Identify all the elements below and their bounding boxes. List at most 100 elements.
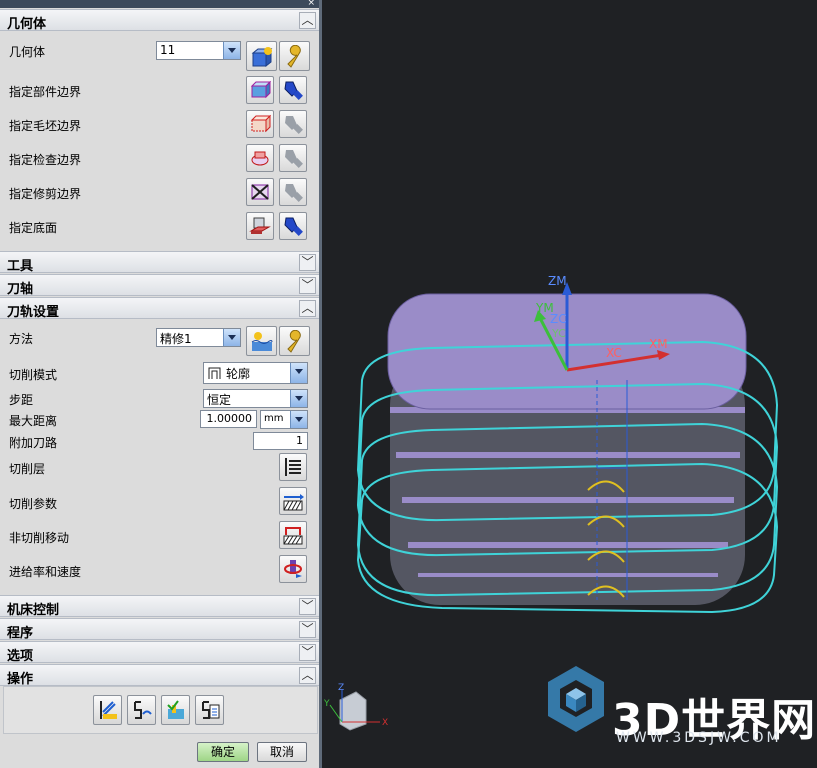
geometry-body: 几何体 11 指定部件边界 指定毛坯边界 指定检查边界 指定修剪边界 指定底面 <box>0 31 319 251</box>
non-cutting-label: 非切削移动 <box>9 531 70 545</box>
section-machine-control[interactable]: 机床控制 ﹀ <box>0 595 319 618</box>
feeds-speeds-icon <box>284 560 302 578</box>
section-geometry[interactable]: 几何体 ︿ <box>0 9 319 32</box>
check-boundary-label: 指定检查边界 <box>9 153 82 167</box>
max-distance-unit-select[interactable]: mm <box>260 410 308 429</box>
ok-button[interactable]: 确定 <box>197 742 249 762</box>
section-options[interactable]: 选项 ﹀ <box>0 641 319 664</box>
path-settings-body: 方法 精修1 切削模式 轮廓 步距 恒定 最大距离 1.00000 mm 附加刀… <box>0 319 319 595</box>
specify-trim-boundary-button[interactable] <box>246 178 274 206</box>
non-cutting-moves-icon <box>283 527 303 545</box>
profile-pattern-icon <box>208 367 221 379</box>
additional-passes-label: 附加刀路 <box>9 436 58 450</box>
geometry-select[interactable]: 11 <box>156 41 241 60</box>
display-part-boundary-button[interactable] <box>279 76 307 104</box>
edit-geometry-button[interactable] <box>279 41 310 71</box>
max-distance-label: 最大距离 <box>9 414 58 428</box>
specify-part-boundary-button[interactable] <box>246 76 274 104</box>
non-cutting-moves-button[interactable] <box>279 521 307 549</box>
blank-boundary-label: 指定毛坯边界 <box>9 119 82 133</box>
expand-options-chevron-down-icon[interactable]: ﹀ <box>299 644 316 661</box>
triad-label-x: X <box>382 718 388 728</box>
section-geometry-label: 几何体 <box>7 17 47 32</box>
section-operations-label: 操作 <box>7 672 34 687</box>
generate-button[interactable] <box>93 695 122 725</box>
floor-label: 指定底面 <box>9 221 58 235</box>
replay-toolpath-icon <box>134 701 152 719</box>
edit-method-button[interactable] <box>279 326 310 356</box>
verify-toolpath-icon <box>167 700 184 719</box>
additional-passes-input[interactable]: 1 <box>253 432 308 450</box>
expand-program-chevron-down-icon[interactable]: ﹀ <box>299 621 316 638</box>
section-operations[interactable]: 操作 ︿ <box>0 664 319 687</box>
triad-cube <box>339 691 367 731</box>
collapse-path-settings-chevron-up-icon[interactable]: ︿ <box>299 300 316 317</box>
view-triad: X Z Y <box>323 683 388 731</box>
display-check-boundary-button[interactable] <box>279 144 307 172</box>
axis-label-zm: ZM <box>548 274 567 288</box>
triad-label-z: Z <box>338 683 344 693</box>
section-program[interactable]: 程序 ﹀ <box>0 618 319 641</box>
section-tool-axis[interactable]: 刀轴 ﹀ <box>0 274 319 297</box>
wrench-icon <box>287 330 301 353</box>
expand-machine-control-chevron-down-icon[interactable]: ﹀ <box>299 598 316 615</box>
display-blank-boundary-button[interactable] <box>279 110 307 138</box>
floor-plane-icon <box>249 217 271 234</box>
collapse-geometry-chevron-up-icon[interactable]: ︿ <box>299 12 316 29</box>
geometry-label: 几何体 <box>9 45 46 59</box>
expand-tool-chevron-down-icon[interactable]: ﹀ <box>299 254 316 271</box>
specify-check-boundary-button[interactable] <box>246 144 274 172</box>
feeds-speeds-button[interactable] <box>279 555 307 583</box>
new-geometry-button[interactable] <box>246 41 277 71</box>
stepover-label: 步距 <box>9 393 34 407</box>
dropdown-arrow-icon[interactable] <box>290 411 307 428</box>
feeds-speeds-label: 进给率和速度 <box>9 565 82 579</box>
list-button[interactable] <box>195 695 224 725</box>
specify-floor-button[interactable] <box>246 212 274 240</box>
stepover-select[interactable]: 恒定 <box>203 389 308 408</box>
cut-levels-label: 切削层 <box>9 462 46 476</box>
cut-levels-button[interactable] <box>279 453 307 481</box>
operation-dialog: × 几何体 ︿ 几何体 11 指定部件边界 指定毛坯边界 指定检查边界 指定修剪… <box>0 0 322 768</box>
trim-boundary-label: 指定修剪边界 <box>9 187 82 201</box>
generate-toolpath-icon <box>100 701 117 719</box>
verify-button[interactable] <box>161 695 190 725</box>
cut-pattern-select[interactable]: 轮廓 <box>203 362 308 384</box>
cancel-button[interactable]: 取消 <box>257 742 307 762</box>
graphics-viewport[interactable]: ZM YM ZC YC XC XM X Z Y 3D世界网 WWW.3DSJW.… <box>322 0 817 768</box>
axis-label-xm: XM <box>649 337 668 351</box>
section-machine-control-label: 机床控制 <box>7 603 60 618</box>
flashlight-icon <box>284 217 303 236</box>
stepover-select-value: 恒定 <box>207 393 232 407</box>
expand-tool-axis-chevron-down-icon[interactable]: ﹀ <box>299 277 316 294</box>
geometry-select-value: 11 <box>160 43 176 57</box>
section-program-label: 程序 <box>7 626 34 641</box>
section-path-settings[interactable]: 刀轨设置 ︿ <box>0 297 319 320</box>
display-trim-boundary-button[interactable] <box>279 178 307 206</box>
triad-label-y: Y <box>323 699 330 709</box>
cut-pattern-select-value: 轮廓 <box>226 367 251 381</box>
axis-label-yc: YC <box>551 327 566 340</box>
dropdown-arrow-icon[interactable] <box>223 42 240 59</box>
max-distance-unit-value: mm <box>264 413 284 424</box>
axis-label-xc: XC <box>606 346 622 360</box>
model-canvas: ZM YM ZC YC XC XM X Z Y <box>323 274 779 732</box>
cutting-params-button[interactable] <box>279 487 307 515</box>
flashlight-icon <box>284 81 303 100</box>
dropdown-arrow-icon[interactable] <box>290 390 307 407</box>
display-floor-button[interactable] <box>279 212 307 240</box>
max-distance-input[interactable]: 1.00000 <box>200 410 257 428</box>
section-tool[interactable]: 工具 ﹀ <box>0 251 319 274</box>
section-tool-label: 工具 <box>7 259 34 274</box>
axis-label-zc: ZC <box>550 312 567 326</box>
watermark-url: WWW.3DSJW.COM <box>616 730 782 746</box>
specify-blank-boundary-button[interactable] <box>246 110 274 138</box>
replay-button[interactable] <box>127 695 156 725</box>
new-method-button[interactable] <box>246 326 277 356</box>
dropdown-arrow-icon[interactable] <box>223 329 240 346</box>
dropdown-arrow-icon[interactable] <box>290 363 307 383</box>
method-select-value: 精修1 <box>160 332 192 346</box>
method-select[interactable]: 精修1 <box>156 328 241 347</box>
collapse-operations-chevron-up-icon[interactable]: ︿ <box>299 667 316 684</box>
close-icon[interactable]: × <box>307 0 315 8</box>
